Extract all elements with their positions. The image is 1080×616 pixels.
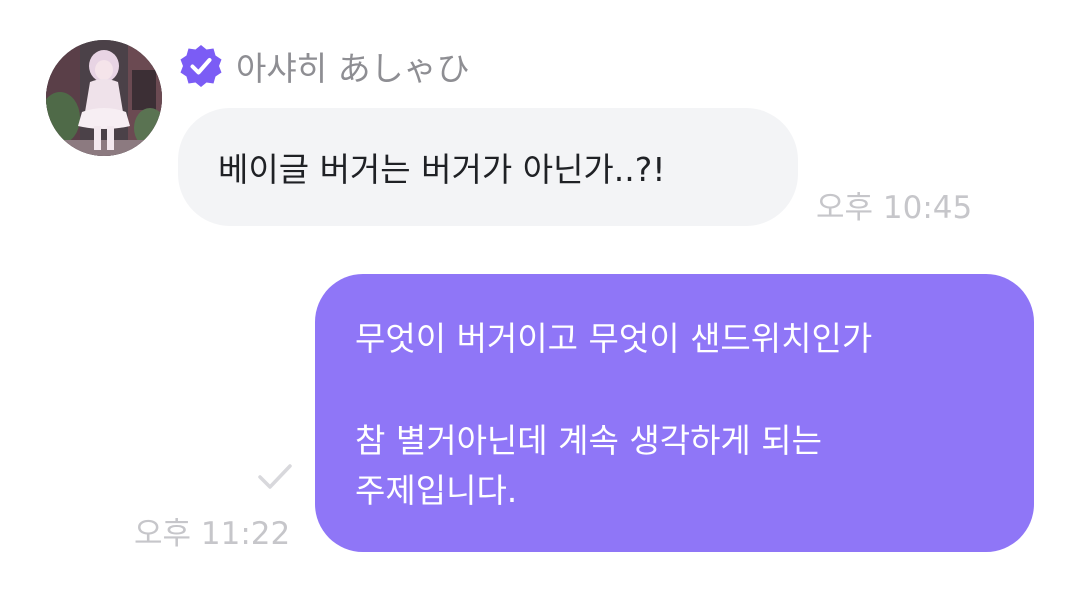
outgoing-message-bubble[interactable]: 무엇이 버거이고 무엇이 샌드위치인가 참 별거아닌데 계속 생각하게 되는 주… xyxy=(315,274,1034,552)
sender-name: 아샤히 あしゃひ xyxy=(236,49,470,88)
checkmark-icon xyxy=(258,464,292,489)
outgoing-message-line: 참 별거아닌데 계속 생각하게 되는 xyxy=(355,421,822,460)
incoming-timestamp: 오후 10:45 xyxy=(816,190,973,226)
outgoing-message-line: 무엇이 버거이고 무엇이 샌드위치인가 xyxy=(355,319,873,358)
outgoing-message-blank-line xyxy=(355,364,994,416)
incoming-message-text: 베이글 버거는 버거가 아닌가..?! xyxy=(218,150,666,189)
outgoing-timestamp: 오후 11:22 xyxy=(134,516,291,552)
avatar[interactable] xyxy=(46,40,162,156)
profile-photo xyxy=(46,40,162,156)
verified-check-icon xyxy=(180,45,222,87)
outgoing-message-line: 주제입니다. xyxy=(355,471,518,510)
incoming-message-bubble[interactable]: 베이글 버거는 버거가 아닌가..?! xyxy=(178,108,798,226)
sender-header: 아샤히 あしゃひ xyxy=(178,40,470,92)
